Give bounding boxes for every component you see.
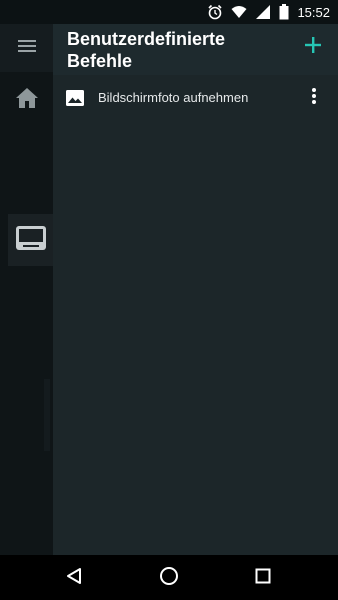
list-item-label: Bildschirmfoto aufnehmen <box>98 90 249 105</box>
back-button[interactable] <box>54 563 94 593</box>
status-icons: 15:52 <box>207 0 330 24</box>
image-icon <box>65 88 85 108</box>
navigation-bar <box>0 555 338 600</box>
panel-title: Benutzerdefinierte Befehle <box>67 29 226 71</box>
signal-icon <box>255 4 271 20</box>
battery-icon <box>279 4 289 20</box>
home-icon <box>15 87 39 114</box>
wifi-icon <box>231 4 247 20</box>
alarm-icon <box>207 4 223 20</box>
keyboard-button[interactable] <box>8 214 53 266</box>
home-circle-icon <box>159 566 179 591</box>
menu-button[interactable] <box>0 24 53 72</box>
status-time: 15:52 <box>297 4 330 20</box>
side-rail <box>0 24 53 555</box>
more-vert-icon <box>311 87 317 110</box>
recents-icon <box>255 568 271 589</box>
custom-commands-panel: Benutzerdefinierte Befehle Bildschirmfot… <box>53 24 338 555</box>
back-icon <box>66 567 82 590</box>
plus-icon <box>305 36 321 58</box>
keyboard-icon <box>15 225 47 256</box>
home-button[interactable] <box>0 76 53 124</box>
add-command-button[interactable] <box>300 34 326 60</box>
recents-button[interactable] <box>243 563 283 593</box>
menu-icon <box>17 39 36 58</box>
list-item[interactable]: Bildschirmfoto aufnehmen <box>53 82 338 114</box>
rail-scroll-handle[interactable] <box>44 379 50 451</box>
item-overflow-button[interactable] <box>306 86 322 110</box>
panel-header: Benutzerdefinierte Befehle <box>53 24 338 75</box>
status-bar: 15:52 <box>0 0 338 24</box>
home-nav-button[interactable] <box>149 563 189 593</box>
